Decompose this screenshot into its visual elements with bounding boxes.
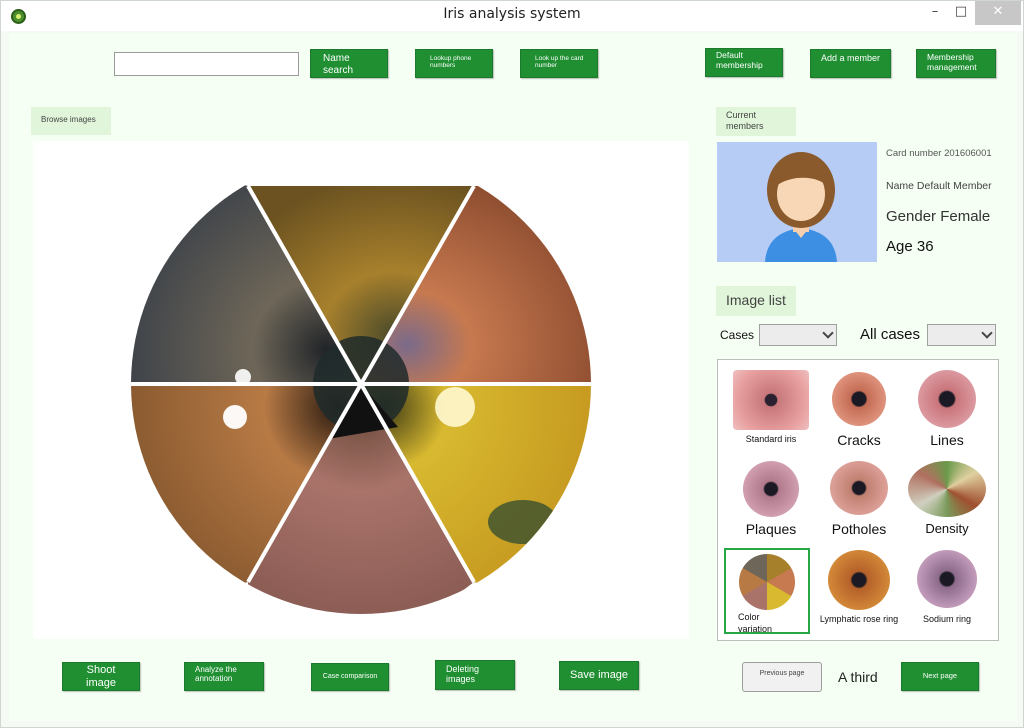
iris-thumbnail-image xyxy=(908,461,986,517)
all-cases-label: All cases xyxy=(860,326,921,343)
browse-images-button[interactable]: Browse images xyxy=(31,107,111,135)
iris-thumbnail-image xyxy=(918,370,976,428)
current-members-label: Current members xyxy=(716,107,796,136)
thumbnail-lines[interactable]: Lines xyxy=(902,368,992,456)
thumbnail-caption: Density xyxy=(925,521,969,536)
iris-thumbnail-image xyxy=(917,550,977,608)
thumbnail-caption: Cracks xyxy=(837,432,881,448)
thumbnail-plaques[interactable]: Plaques xyxy=(726,457,816,545)
window-title: Iris analysis system xyxy=(443,6,581,22)
thumbnail-standard-iris[interactable]: Standard iris xyxy=(726,368,816,456)
thumbnail-lymphatic-rose-ring[interactable]: Lymphatic rose ring xyxy=(814,548,904,636)
thumbnail-cracks[interactable]: Cracks xyxy=(814,368,904,456)
lookup-card-button[interactable]: Look up the card number xyxy=(520,49,598,78)
thumbnail-caption: Plaques xyxy=(745,521,797,537)
default-membership-button[interactable]: Default membership xyxy=(705,48,783,77)
membership-management-button[interactable]: Membership management xyxy=(916,49,996,78)
add-member-button[interactable]: Add a member xyxy=(810,49,891,78)
chevron-down-icon xyxy=(981,327,993,339)
lookup-phone-button[interactable]: Lookup phone numbers xyxy=(415,49,493,78)
next-page-button[interactable]: Next page xyxy=(901,662,979,691)
analyze-annotation-button[interactable]: Analyze the annotation xyxy=(184,662,264,691)
thumbnail-potholes[interactable]: Potholes xyxy=(814,457,904,545)
member-card-number: Card number 201606001 xyxy=(886,148,992,159)
close-button[interactable]: ✕ xyxy=(975,1,1021,25)
minimize-button[interactable]: – xyxy=(921,1,949,25)
cases-label: Cases xyxy=(720,328,755,342)
thumbnail-caption: Lines xyxy=(930,432,964,448)
thumbnail-caption: Color variation xyxy=(738,612,773,634)
iris-thumbnail-image xyxy=(739,554,795,610)
member-gender: Gender Female xyxy=(886,208,991,225)
cases-select[interactable] xyxy=(759,324,837,346)
image-list-label: Image list xyxy=(716,286,796,316)
iris-thumbnail-image xyxy=(830,461,888,515)
chevron-down-icon xyxy=(822,327,834,339)
case-comparison-button[interactable]: Case comparison xyxy=(311,663,389,691)
thumbnail-color-variation[interactable]: Color variation xyxy=(724,548,810,634)
name-search-button[interactable]: Name search xyxy=(310,49,388,78)
page-indicator: A third xyxy=(838,669,878,685)
thumbnail-caption: Lymphatic rose ring xyxy=(819,614,899,624)
thumbnail-sodium-ring[interactable]: Sodium ring xyxy=(902,548,992,636)
thumbnail-caption: Potholes xyxy=(831,521,887,537)
member-name: Name Default Member xyxy=(886,180,992,192)
search-input[interactable] xyxy=(114,52,299,76)
iris-thumbnail-image xyxy=(832,372,886,426)
save-image-button[interactable]: Save image xyxy=(559,661,639,690)
title-bar: Iris analysis system – □ ✕ xyxy=(1,1,1023,31)
all-cases-select[interactable] xyxy=(927,324,996,346)
iris-thumbnail-image xyxy=(733,370,809,430)
maximize-button[interactable]: □ xyxy=(949,1,973,25)
thumbnail-caption: Sodium ring xyxy=(922,614,972,624)
member-age: Age 36 xyxy=(886,238,934,255)
thumbnail-density[interactable]: Density xyxy=(902,457,992,545)
iris-thumbnail-image xyxy=(828,550,890,610)
app-window: Iris analysis system – □ ✕ Name search L… xyxy=(0,0,1024,728)
avatar xyxy=(717,142,877,262)
previous-page-button[interactable]: Previous page xyxy=(742,662,822,692)
thumbnail-grid: Standard iris Cracks Lines Plaques Potho… xyxy=(717,359,999,641)
iris-thumbnail-image xyxy=(743,461,799,517)
delete-images-button[interactable]: Deleting images xyxy=(435,660,515,690)
thumbnail-caption: Standard iris xyxy=(745,434,797,444)
shoot-image-button[interactable]: Shoot image xyxy=(62,662,140,691)
iris-composite-image xyxy=(128,157,594,617)
